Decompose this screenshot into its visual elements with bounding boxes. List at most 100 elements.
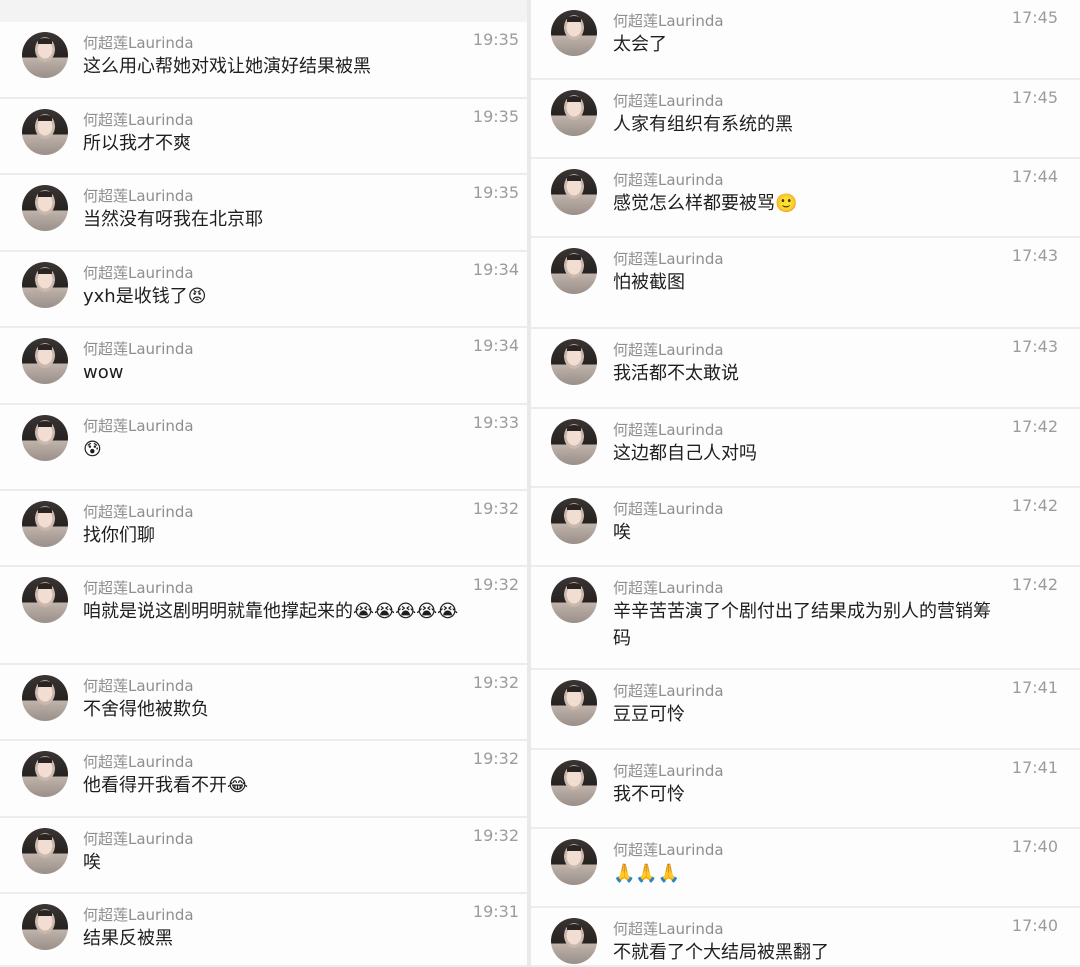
message-row[interactable]: 何超莲Laurinda 19:32 他看得开我看不开😂 (0, 741, 527, 818)
message-row[interactable]: 何超莲Laurinda 19:32 找你们聊 (0, 491, 527, 567)
message-text: 这边都自己人对吗 (613, 443, 757, 464)
message-text: 我活都不太敢说 (613, 363, 739, 384)
message-text: yxh是收钱了😡 (83, 286, 207, 307)
message-row[interactable]: 何超莲Laurinda 17:44 感觉怎么样都要被骂🙂 (531, 159, 1080, 238)
message-row[interactable]: 何超莲Laurinda 17:43 我活都不太敢说 (531, 329, 1080, 409)
message-text: 唉 (83, 852, 101, 873)
message-text: 辛辛苦苦演了个剧付出了结果成为别人的营销筹码 (613, 601, 991, 649)
avatar[interactable] (551, 839, 597, 885)
avatar[interactable] (22, 828, 68, 874)
avatar[interactable] (22, 577, 68, 623)
avatar[interactable] (22, 338, 68, 384)
message-time: 17:44 (1011, 167, 1058, 186)
sender-name: 何超莲Laurinda (83, 34, 194, 52)
avatar[interactable] (551, 918, 597, 964)
avatar[interactable] (22, 751, 68, 797)
sender-name: 何超莲Laurinda (613, 92, 724, 110)
sender-name: 何超莲Laurinda (83, 677, 194, 695)
message-time: 19:34 (472, 336, 519, 355)
message-text: 唉 (613, 522, 631, 543)
message-row[interactable]: 何超莲Laurinda 19:32 咱就是说这剧明明就靠他撑起来的😭😭😭😭😭 (0, 567, 527, 665)
avatar[interactable] (22, 904, 68, 950)
message-text: 咱就是说这剧明明就靠他撑起来的😭😭😭😭😭 (83, 601, 459, 622)
message-time: 19:35 (472, 183, 519, 202)
sender-name: 何超莲Laurinda (613, 579, 724, 597)
sender-name: 何超莲Laurinda (83, 830, 194, 848)
sender-name: 何超莲Laurinda (83, 264, 194, 282)
message-row[interactable]: 何超莲Laurinda 19:32 唉 (0, 818, 527, 894)
message-time: 19:32 (472, 826, 519, 845)
avatar[interactable] (22, 415, 68, 461)
sender-name: 何超莲Laurinda (83, 417, 194, 435)
avatar[interactable] (551, 339, 597, 385)
message-time: 19:34 (472, 260, 519, 279)
message-text: 不舍得他被欺负 (83, 699, 209, 720)
sender-name: 何超莲Laurinda (83, 503, 194, 521)
message-text: 我不可怜 (613, 784, 685, 805)
avatar[interactable] (551, 760, 597, 806)
avatar[interactable] (22, 501, 68, 547)
avatar[interactable] (551, 680, 597, 726)
sender-name: 何超莲Laurinda (83, 340, 194, 358)
message-row[interactable]: 何超莲Laurinda 19:35 这么用心帮她对戏让她演好结果被黑 (0, 22, 527, 99)
avatar[interactable] (22, 185, 68, 231)
sender-name: 何超莲Laurinda (613, 12, 724, 30)
sender-name: 何超莲Laurinda (613, 682, 724, 700)
avatar[interactable] (551, 90, 597, 136)
message-time: 19:32 (472, 575, 519, 594)
message-row[interactable]: 何超莲Laurinda 19:32 不舍得他被欺负 (0, 665, 527, 741)
message-row[interactable]: 何超莲Laurinda 17:40 不就看了个大结局被黑翻了 (531, 908, 1080, 967)
sender-name: 何超莲Laurinda (613, 421, 724, 439)
avatar[interactable] (22, 32, 68, 78)
sender-name: 何超莲Laurinda (83, 753, 194, 771)
sender-name: 何超莲Laurinda (83, 111, 194, 129)
message-row[interactable]: 何超莲Laurinda 19:31 结果反被黑 (0, 894, 527, 967)
message-time: 17:41 (1011, 758, 1058, 777)
message-time: 17:42 (1011, 417, 1058, 436)
message-row[interactable]: 何超莲Laurinda 17:43 怕被截图 (531, 238, 1080, 329)
chat-column-right: 何超莲Laurinda 17:45 太会了 何超莲Laurinda 17:45 人家有组织… (531, 0, 1080, 967)
message-row[interactable]: 何超莲Laurinda 17:42 唉 (531, 488, 1080, 567)
message-text: 所以我才不爽 (83, 133, 191, 154)
message-row[interactable]: 何超莲Laurinda 17:41 我不可怜 (531, 750, 1080, 829)
message-text: 豆豆可怜 (613, 704, 685, 725)
message-row[interactable]: 何超莲Laurinda 19:35 所以我才不爽 (0, 99, 527, 175)
sender-name: 何超莲Laurinda (613, 250, 724, 268)
message-row[interactable]: 何超莲Laurinda 17:40 🙏🙏🙏 (531, 829, 1080, 908)
avatar[interactable] (551, 419, 597, 465)
avatar[interactable] (22, 675, 68, 721)
sender-name: 何超莲Laurinda (83, 906, 194, 924)
avatar[interactable] (551, 10, 597, 56)
avatar[interactable] (551, 577, 597, 623)
message-text: 这么用心帮她对戏让她演好结果被黑 (83, 56, 371, 77)
message-row[interactable]: 何超莲Laurinda 17:42 辛辛苦苦演了个剧付出了结果成为别人的营销筹码 (531, 567, 1080, 670)
message-time: 19:32 (472, 673, 519, 692)
message-row[interactable]: 何超莲Laurinda 17:45 人家有组织有系统的黑 (531, 80, 1080, 159)
avatar[interactable] (22, 109, 68, 155)
message-time: 17:45 (1011, 8, 1058, 27)
message-row[interactable]: 何超莲Laurinda 19:34 wow (0, 328, 527, 405)
message-row[interactable]: 何超莲Laurinda 19:35 当然没有呀我在北京耶 (0, 175, 527, 252)
avatar[interactable] (551, 498, 597, 544)
avatar[interactable] (551, 169, 597, 215)
message-text: 😰 (83, 439, 102, 460)
message-text: 找你们聊 (83, 525, 155, 546)
avatar[interactable] (22, 262, 68, 308)
message-time: 17:43 (1011, 337, 1058, 356)
message-row[interactable]: 何超莲Laurinda 17:41 豆豆可怜 (531, 670, 1080, 750)
message-text: 当然没有呀我在北京耶 (83, 209, 263, 230)
message-row[interactable]: 何超莲Laurinda 17:42 这边都自己人对吗 (531, 409, 1080, 488)
message-text: 太会了 (613, 34, 667, 55)
message-text: wow (83, 362, 124, 383)
message-text: 不就看了个大结局被黑翻了 (613, 942, 829, 963)
message-time: 19:35 (472, 30, 519, 49)
message-row[interactable]: 何超莲Laurinda 17:45 太会了 (531, 0, 1080, 80)
message-row[interactable]: 何超莲Laurinda 19:34 yxh是收钱了😡 (0, 252, 527, 328)
sender-name: 何超莲Laurinda (613, 171, 724, 189)
sender-name: 何超莲Laurinda (613, 762, 724, 780)
message-text: 结果反被黑 (83, 928, 173, 949)
message-row[interactable]: 何超莲Laurinda 19:33 😰 (0, 405, 527, 491)
message-time: 17:40 (1011, 837, 1058, 856)
message-text: 人家有组织有系统的黑 (613, 114, 793, 135)
avatar[interactable] (551, 248, 597, 294)
